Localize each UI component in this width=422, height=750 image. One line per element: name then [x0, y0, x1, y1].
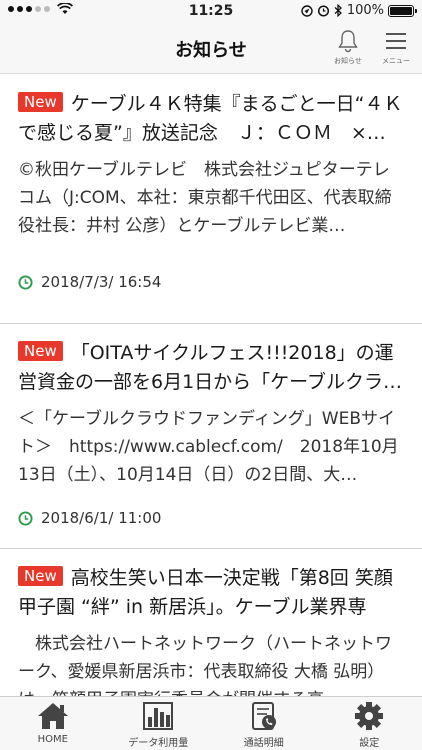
menu-caption: メニュー	[382, 57, 410, 65]
new-badge: New	[18, 566, 63, 586]
news-list[interactable]: New ケーブル４Ｋ特集『まるごと一日“４Ｋで感じる夏”』放送記念 Ｊ：ＣＯＭ ×…	[0, 75, 422, 696]
news-title-text: 「OITAサイクルフェス!!!2018」の運営資金の一部を6月1日から「ケーブル…	[18, 342, 403, 393]
tab-settings[interactable]: 設定	[317, 697, 422, 750]
nav-header: お知らせ お知らせ メニュー	[0, 22, 422, 74]
home-icon	[37, 703, 68, 729]
news-item[interactable]: New 「OITAサイクルフェス!!!2018」の運営資金の一部を6月1日から「ケ…	[0, 324, 422, 549]
hamburger-icon	[386, 33, 406, 49]
tab-home[interactable]: HOME	[0, 697, 106, 750]
battery-icon	[388, 4, 417, 17]
gear-icon	[355, 702, 384, 730]
tab-data-usage-label: データ利用量	[128, 738, 189, 749]
location-icon	[301, 4, 313, 17]
bell-icon	[338, 30, 358, 53]
menu-button[interactable]: メニュー	[376, 28, 416, 72]
notification-caption: お知らせ	[334, 57, 362, 65]
clock-icon	[18, 510, 33, 526]
alarm-icon	[317, 5, 329, 17]
tab-settings-label: 設定	[359, 738, 380, 749]
news-date: 2018/7/3/ 16:54	[18, 273, 161, 291]
news-date-text: 2018/7/3/ 16:54	[41, 273, 162, 291]
news-title: New ケーブル４Ｋ特集『まるごと一日“４Ｋで感じる夏”』放送記念 Ｊ：ＣＯＭ ×…	[18, 90, 404, 148]
news-title: New 「OITAサイクルフェス!!!2018」の運営資金の一部を6月1日から「ケ…	[18, 339, 404, 397]
new-badge: New	[18, 92, 63, 112]
battery-percent: 100%	[346, 3, 384, 18]
news-body: ＜「ケーブルクラウドファンディング」WEBサイト＞ https://www.ca…	[18, 409, 399, 485]
bar-chart-icon	[143, 702, 174, 730]
news-title-text: 高校生笑い日本一決定戦「第8回 笑顔甲子園 “絆” in 新居浜」。ケーブル業界…	[18, 567, 393, 618]
news-body: ©秋田ケーブルテレビ 株式会社ジュピターテレコム（J:COM、本社：東京都千代田…	[18, 160, 392, 236]
tab-home-label: HOME	[37, 734, 68, 745]
new-badge: New	[18, 341, 63, 361]
news-title-text: ケーブル４Ｋ特集『まるごと一日“４Ｋで感じる夏”』放送記念 Ｊ：ＣＯＭ ×…	[18, 93, 403, 144]
tab-call-details[interactable]: 通話明細	[211, 697, 317, 750]
bluetooth-icon	[334, 4, 342, 17]
call-detail-icon	[251, 702, 276, 730]
clock-icon	[18, 274, 33, 290]
status-bar: 11:25 100%	[0, 0, 422, 22]
news-body: 株式会社ハートネットワーク（ハートネットワーク、愛媛県新居浜市：代表取締役 大橋…	[18, 634, 392, 696]
tab-call-details-label: 通話明細	[243, 738, 284, 749]
news-item[interactable]: New ケーブル４Ｋ特集『まるごと一日“４Ｋで感じる夏”』放送記念 Ｊ：ＣＯＭ ×…	[0, 75, 422, 324]
news-date-text: 2018/6/1/ 11:00	[41, 509, 162, 527]
news-item[interactable]: New 高校生笑い日本一決定戦「第8回 笑顔甲子園 “絆” in 新居浜」。ケーブ…	[0, 549, 422, 696]
tab-bar: HOME データ利用量 通話明細 設定	[0, 696, 422, 750]
status-icons: 100%	[301, 3, 417, 18]
news-date: 2018/6/1/ 11:00	[18, 509, 161, 527]
notification-button[interactable]: お知らせ	[328, 28, 368, 72]
news-title: New 高校生笑い日本一決定戦「第8回 笑顔甲子園 “絆” in 新居浜」。ケーブ…	[18, 564, 404, 622]
tab-data-usage[interactable]: データ利用量	[106, 697, 212, 750]
